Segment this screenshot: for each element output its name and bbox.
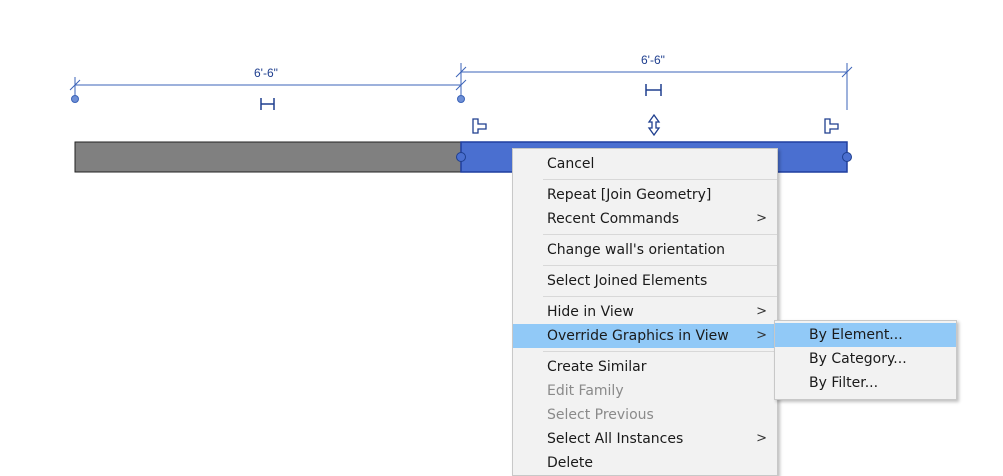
submenu-item-by-category[interactable]: By Category... (775, 347, 956, 371)
menu-separator (543, 351, 777, 352)
menu-item-label: Select All Instances (547, 431, 684, 447)
menu-item-label: Delete (547, 455, 593, 471)
menu-separator (543, 179, 777, 180)
menu-item-select-previous: Select Previous (513, 403, 777, 427)
menu-item-select-joined[interactable]: Select Joined Elements (513, 269, 777, 293)
menu-separator (543, 234, 777, 235)
menu-item-label: Select Joined Elements (547, 273, 708, 289)
dimension-label-right[interactable]: 6'-6" (641, 53, 665, 67)
menu-item-label: Repeat [Join Geometry] (547, 187, 712, 203)
unselected-wall[interactable] (74, 141, 462, 173)
menu-item-change-orientation[interactable]: Change wall's orientation (513, 238, 777, 262)
menu-item-label: Edit Family (547, 383, 624, 399)
flip-orientation-icon[interactable] (647, 113, 661, 137)
menu-item-override-graphics[interactable]: Override Graphics in View > (513, 324, 777, 348)
chevron-right-icon: > (756, 304, 767, 319)
menu-item-delete[interactable]: Delete (513, 451, 777, 475)
dimension-lock-icon[interactable] (645, 84, 662, 96)
menu-item-label: By Element... (809, 327, 903, 343)
menu-item-select-all-instances[interactable]: Select All Instances > (513, 427, 777, 451)
dimension-lock-icon[interactable] (260, 98, 275, 110)
chevron-right-icon: > (756, 211, 767, 226)
menu-item-recent-commands[interactable]: Recent Commands > (513, 207, 777, 231)
override-graphics-submenu: By Element... By Category... By Filter..… (774, 320, 957, 400)
context-menu: Cancel Repeat [Join Geometry] Recent Com… (512, 148, 778, 476)
menu-item-label: Select Previous (547, 407, 654, 423)
dimension-witness-grip[interactable] (71, 95, 79, 103)
chevron-right-icon: > (756, 328, 767, 343)
menu-item-hide-in-view[interactable]: Hide in View > (513, 300, 777, 324)
dimension-witness-grip[interactable] (457, 95, 465, 103)
wall-end-grip-icon[interactable] (824, 118, 839, 134)
dimension-left[interactable] (69, 77, 467, 100)
menu-item-label: Change wall's orientation (547, 242, 726, 258)
chevron-right-icon: > (756, 431, 767, 446)
wall-endpoint-grip-left[interactable] (456, 152, 466, 162)
wall-endpoint-grip-right[interactable] (842, 152, 852, 162)
wall-end-grip-icon[interactable] (472, 118, 487, 134)
menu-item-label: Recent Commands (547, 211, 680, 227)
menu-separator (543, 296, 777, 297)
menu-item-edit-family: Edit Family (513, 379, 777, 403)
dimension-right[interactable] (455, 63, 853, 110)
submenu-item-by-element[interactable]: By Element... (775, 323, 956, 347)
menu-item-cancel[interactable]: Cancel (513, 152, 777, 176)
menu-item-create-similar[interactable]: Create Similar (513, 355, 777, 379)
menu-item-label: Hide in View (547, 304, 634, 320)
menu-item-label: By Category... (809, 351, 907, 367)
menu-item-label: By Filter... (809, 375, 879, 391)
menu-item-label: Cancel (547, 156, 595, 172)
submenu-item-by-filter[interactable]: By Filter... (775, 371, 956, 395)
menu-separator (543, 265, 777, 266)
menu-item-repeat[interactable]: Repeat [Join Geometry] (513, 183, 777, 207)
dimension-label-left[interactable]: 6'-6" (254, 66, 278, 80)
menu-item-label: Create Similar (547, 359, 647, 375)
menu-item-label: Override Graphics in View (547, 328, 729, 344)
